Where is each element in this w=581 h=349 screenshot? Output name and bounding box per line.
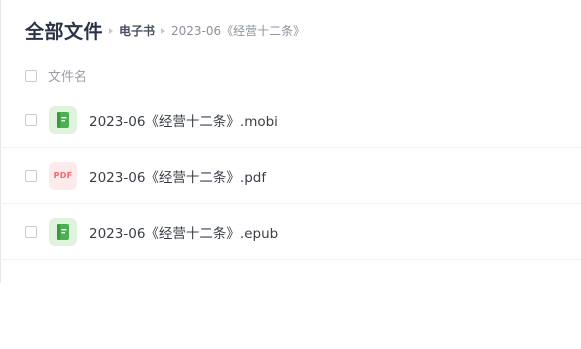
file-checkbox[interactable] [25, 225, 37, 238]
pdf-icon: PDF [49, 161, 77, 190]
pdf-icon-label: PDF [53, 171, 73, 180]
file-name[interactable]: 2023-06《经营十二条》.mobi [89, 110, 278, 130]
file-name[interactable]: 2023-06《经营十二条》.epub [89, 222, 278, 242]
breadcrumb-root[interactable]: 全部文件 [25, 17, 103, 44]
file-checkbox[interactable] [25, 113, 37, 126]
ebook-icon-glyph [57, 223, 69, 240]
ebook-icon-glyph [57, 111, 69, 128]
column-header-filename[interactable]: 文件名 [48, 66, 87, 85]
breadcrumb-separator-icon [109, 27, 114, 34]
file-row[interactable]: 2023-06《经营十二条》.mobi [0, 92, 581, 148]
breadcrumb: 全部文件 电子书 2023-06《经营十二条》 [25, 17, 305, 44]
select-all-checkbox[interactable] [25, 69, 37, 82]
file-row[interactable]: 2023-06《经营十二条》.epub [0, 204, 581, 260]
ebook-icon [49, 105, 77, 134]
ebook-icon [49, 217, 77, 246]
file-row[interactable]: PDF 2023-06《经营十二条》.pdf [0, 148, 581, 204]
breadcrumb-folder[interactable]: 电子书 [119, 22, 155, 39]
file-browser: 全部文件 电子书 2023-06《经营十二条》 文件名 2023-06《经营十二… [0, 0, 581, 349]
breadcrumb-current: 2023-06《经营十二条》 [171, 24, 306, 38]
file-name[interactable]: 2023-06《经营十二条》.pdf [89, 166, 266, 186]
breadcrumb-separator-icon [161, 27, 166, 34]
list-header: 文件名 [25, 66, 87, 85]
file-checkbox[interactable] [25, 169, 37, 182]
